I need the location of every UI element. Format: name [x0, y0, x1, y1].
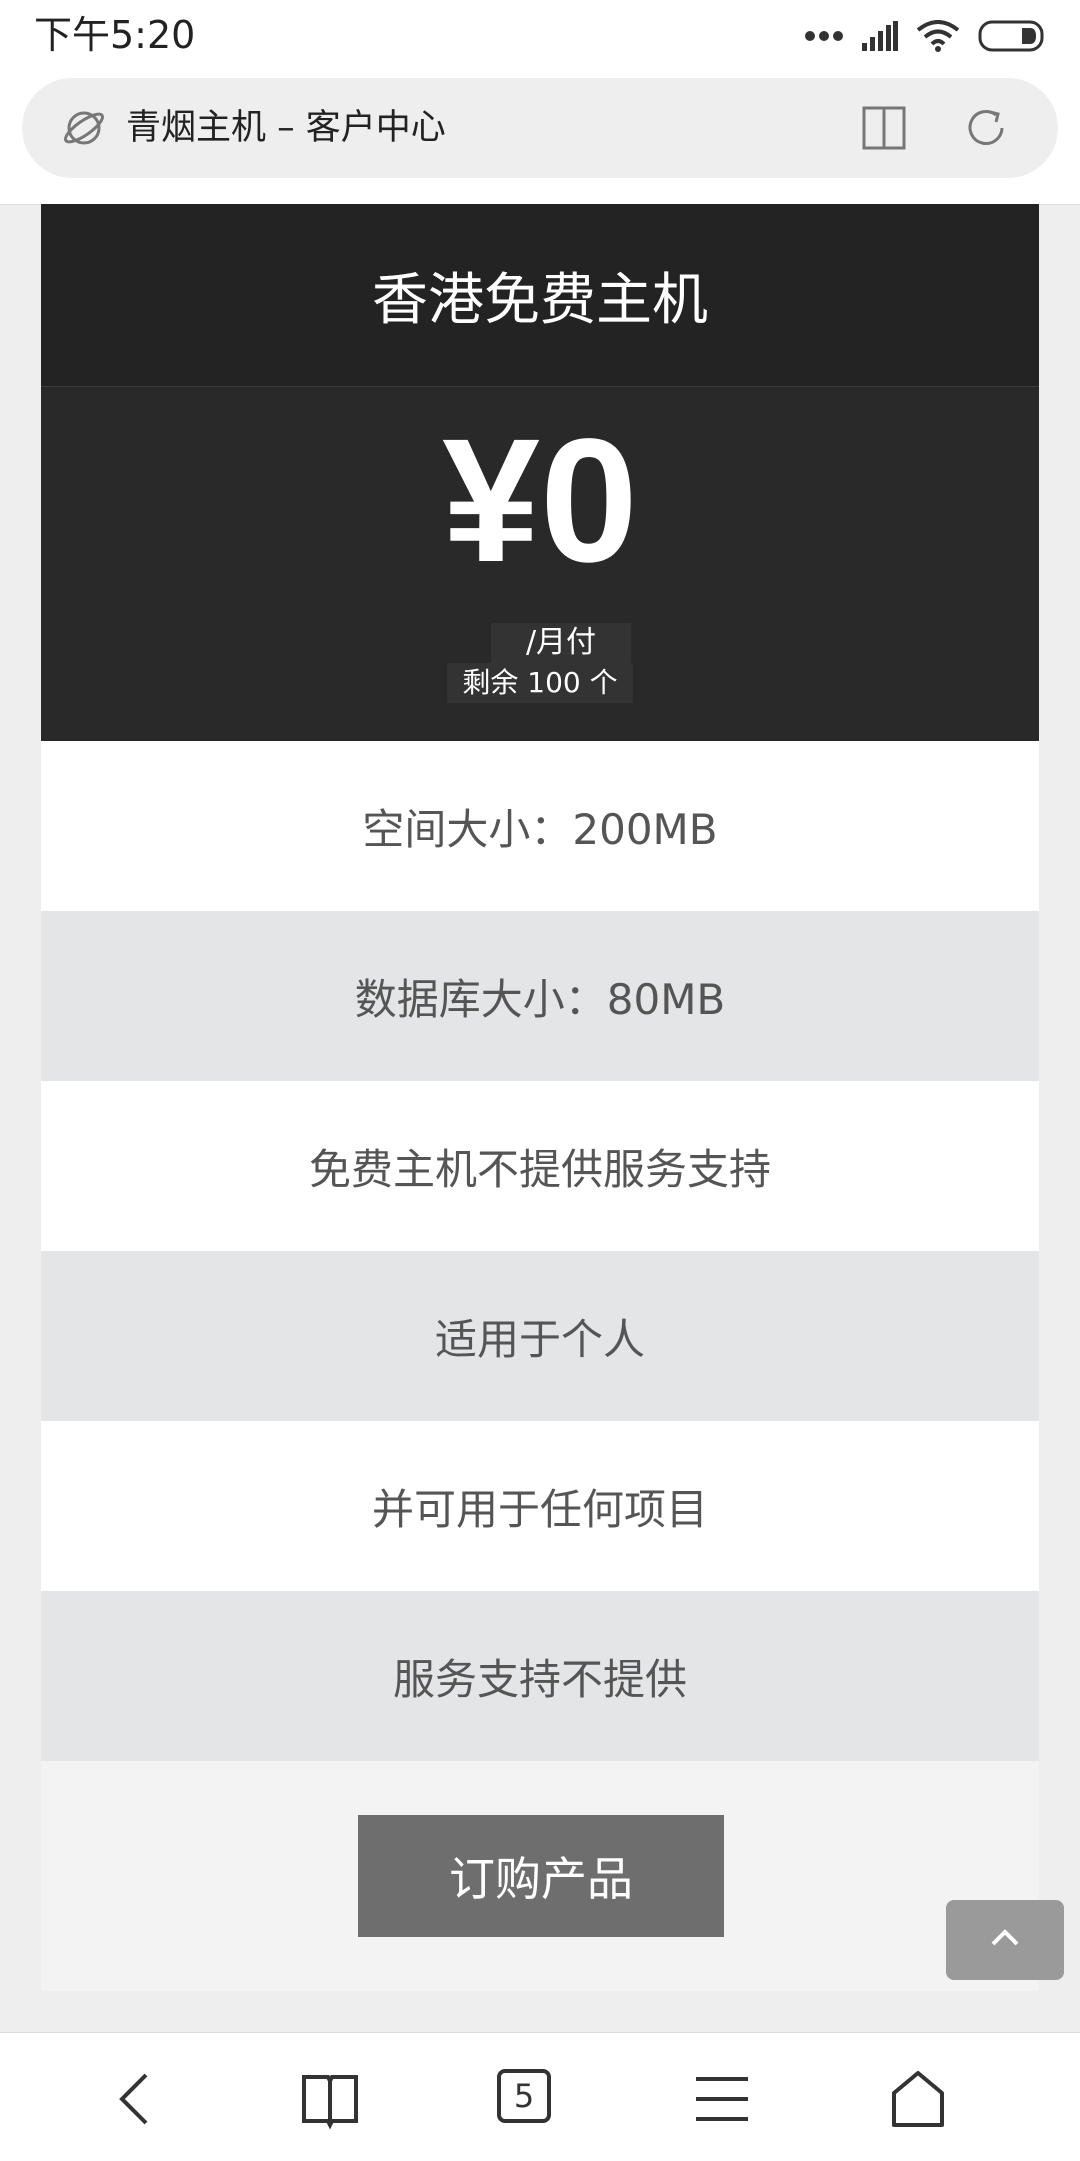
remaining-stock: 剩余 100 个	[447, 663, 633, 703]
menu-icon[interactable]	[692, 2069, 752, 2129]
status-time: 下午5:20	[34, 13, 196, 57]
price-block: ¥0 /月付 剩余 100 个	[41, 387, 1039, 741]
order-button[interactable]: 订购产品	[358, 1815, 724, 1937]
bottom-navigation: 5	[0, 2032, 1080, 2161]
planet-icon	[64, 111, 104, 145]
chevron-up-icon	[991, 1929, 1019, 1946]
tab-count: 5	[497, 2069, 551, 2123]
plan-price: ¥0	[442, 403, 638, 599]
reload-icon[interactable]	[962, 104, 1012, 152]
page-title: 青烟主机 – 客户中心	[126, 108, 446, 148]
browser-toolbar: 青烟主机 – 客户中心	[0, 70, 1080, 205]
home-icon[interactable]	[888, 2069, 948, 2129]
status-icons	[804, 14, 1046, 58]
card-footer: 订购产品	[41, 1761, 1039, 1991]
feature-item: 免费主机不提供服务支持	[41, 1081, 1039, 1251]
feature-item: 并可用于任何项目	[41, 1421, 1039, 1591]
feature-item: 适用于个人	[41, 1251, 1039, 1421]
more-dots-icon	[805, 31, 843, 41]
status-bar: 下午5:20	[0, 0, 1080, 70]
billing-period: /月付	[491, 623, 631, 663]
signal-icon	[862, 21, 898, 51]
tabs-button[interactable]: 5	[497, 2069, 557, 2129]
battery-icon	[978, 20, 1044, 52]
pricing-card: 香港免费主机 ¥0 /月付 剩余 100 个 空间大小：200MB 数据库大小：…	[41, 204, 1039, 1991]
wifi-icon	[916, 20, 960, 52]
back-to-top-button[interactable]	[946, 1900, 1064, 1980]
plan-name: 香港免费主机	[41, 204, 1039, 387]
back-arrow-icon[interactable]	[106, 2069, 166, 2129]
feature-item: 数据库大小：80MB	[41, 911, 1039, 1081]
bookmarks-icon[interactable]	[300, 2069, 360, 2129]
feature-item: 空间大小：200MB	[41, 741, 1039, 911]
address-bar[interactable]: 青烟主机 – 客户中心	[22, 78, 1058, 178]
feature-item: 服务支持不提供	[41, 1591, 1039, 1761]
reader-mode-icon[interactable]	[860, 104, 910, 152]
